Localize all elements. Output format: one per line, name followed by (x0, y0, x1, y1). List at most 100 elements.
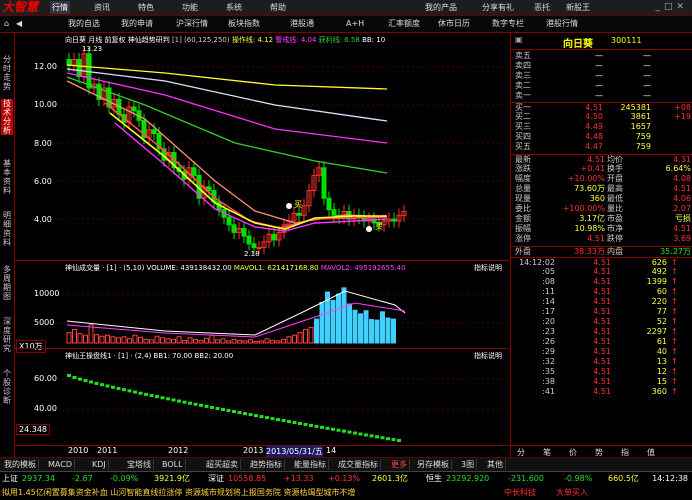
bottom-tab[interactable]: 另存模板 (415, 459, 452, 470)
tab-sector-index[interactable]: 板块指数 (228, 17, 260, 30)
indicator-bar (171, 398, 176, 402)
window-controls[interactable]: _□✕ (655, 2, 688, 12)
volume-bar (121, 336, 127, 344)
stat-value: 4.51 (673, 184, 691, 193)
menu-share[interactable]: 分享有礼 (482, 1, 514, 14)
stat-label: 市净 (607, 224, 623, 233)
sidebar-tab-timeshare[interactable]: 分时走势 (1, 55, 13, 91)
menu-market[interactable]: 行情 (50, 1, 70, 14)
menu-evil[interactable]: 恶托 (534, 1, 550, 14)
tick-volume: 15 (656, 377, 667, 386)
menu-system[interactable]: 系统 (226, 1, 242, 14)
volume-bar (138, 336, 143, 344)
bottom-tab[interactable]: 我的模板 (2, 459, 39, 470)
bottom-tab[interactable]: KDJ (90, 459, 109, 470)
bottom-tab[interactable]: 其他 (485, 459, 506, 470)
ask-price: — (595, 81, 603, 90)
stat-value: 4.51 (587, 234, 605, 243)
tab-hk-quotes[interactable]: 港股行情 (546, 17, 578, 30)
volume-bar (286, 336, 292, 344)
sidebar-tab-basic-info[interactable]: 基本资料 (1, 159, 13, 195)
bid-label: 买三 (515, 122, 531, 131)
sidebar-tab-diagnosis[interactable]: 个股诊断 (1, 369, 13, 405)
candle-body (251, 243, 257, 249)
sidebar-tab-research[interactable]: 深度研究 (1, 317, 13, 353)
indicator-explain-button[interactable]: 指标说明 (474, 351, 502, 361)
bid-change: +19 (674, 112, 691, 121)
back-icon[interactable]: ◀ (16, 17, 22, 30)
tab-fx-quota[interactable]: 汇率额度 (388, 17, 420, 30)
bottom-tab[interactable]: 超买超卖 (204, 459, 241, 470)
tab-my-apply[interactable]: 我的申请 (121, 17, 153, 30)
tick-price: 4.51 (593, 337, 611, 346)
tab-holiday-calendar[interactable]: 休市日历 (438, 17, 470, 30)
marquee-tag[interactable]: 中长科技 (504, 485, 554, 500)
bottom-tab[interactable]: MACD (46, 459, 75, 470)
tab-digital-column[interactable]: 数字专栏 (492, 17, 524, 30)
bottom-tab[interactable]: 能量指标 (292, 459, 329, 470)
tick-volume: 61 (656, 337, 667, 346)
tick-time: :38 (542, 377, 555, 386)
stat-value: +100.00% (562, 204, 605, 213)
volume-bar (116, 337, 121, 344)
menu-my-products[interactable]: 我的产品 (425, 1, 457, 14)
stat-label: 最高 (607, 184, 623, 193)
indicator-bar (287, 420, 291, 424)
tab-market-quotes[interactable]: 沪深行情 (176, 17, 208, 30)
tick-price: 4.51 (593, 277, 611, 286)
menu-features[interactable]: 特色 (138, 1, 154, 14)
marquee-text[interactable]: 拟用1.45亿闲置募集资金补血 山河智能直线拉涨停 资源城市规划将上报国务院 资… (2, 485, 355, 500)
tick-direction-icon: ↑ (671, 387, 678, 396)
tick-direction-icon: ↑ (671, 377, 678, 386)
bottom-tab[interactable]: 趋势指标 (248, 459, 285, 470)
indicator-bar (331, 427, 335, 431)
tick-row: :23 4.51 2297 ↑ (511, 327, 692, 337)
kline-panel[interactable]: 向日葵 月线 前复权 神仙趋势研判 [1] (60,125,250) 操作线: … (15, 33, 509, 258)
outer-label: 外盘 (515, 247, 531, 256)
x-axis-label: 2012 (168, 446, 189, 455)
indicator-panel[interactable] (15, 348, 509, 445)
tab-my-watchlist[interactable]: 我的自选 (68, 17, 100, 30)
bottom-tab[interactable]: 3图 (459, 459, 478, 470)
maximize-icon[interactable]: □ (664, 2, 677, 12)
tick-row: :05 4.51 492 ↑ (511, 267, 692, 277)
indicator-bar (72, 376, 77, 380)
stat-row: 金额 3.17亿 市盈 亏损 (511, 214, 692, 224)
menu-function[interactable]: 功能 (182, 1, 198, 14)
candle-body (296, 212, 302, 216)
menu-news[interactable]: 资讯 (94, 1, 110, 14)
sidebar-tab-multi-period[interactable]: 多周期图 (1, 265, 13, 301)
bid-row: 买三 4.49 1657 (511, 122, 692, 132)
bottom-tab[interactable]: 宝塔线 (125, 459, 154, 470)
sidebar-tab-technical[interactable]: 技术分析 (1, 99, 13, 135)
tick-row: :08 4.51 1399 ↑ (511, 277, 692, 287)
sidebar-tab-detail[interactable]: 明细资料 (1, 211, 13, 247)
stat-label: 幅度 (515, 174, 531, 183)
close-icon[interactable]: ✕ (676, 2, 688, 12)
tab-a-h[interactable]: A+H (346, 17, 364, 30)
ask-volume: — (643, 81, 651, 90)
quote-menu-icon[interactable]: ▣ (515, 35, 523, 44)
volume-bar (143, 338, 149, 344)
bottom-tab[interactable]: 成交量指标 (336, 459, 381, 470)
marquee-tag[interactable]: 大单买入 (556, 485, 606, 500)
volume-bar (319, 301, 325, 344)
tab-hk-connect[interactable]: 港股通 (290, 17, 314, 30)
kline-low-label: 2.18 (244, 250, 260, 258)
candle-body (331, 209, 337, 216)
bottom-tab[interactable]: 更多 (389, 459, 410, 470)
volume-panel[interactable] (15, 260, 509, 347)
volume-explain-button[interactable]: 指标说明 (474, 263, 502, 273)
volume-bar (259, 340, 264, 344)
bottom-tab[interactable]: BOLL (160, 459, 186, 470)
indicator-bar (303, 422, 308, 426)
volume-bar (99, 335, 105, 344)
home-icon[interactable]: ⌂ (4, 17, 9, 30)
tick-row: :41 4.51 360 ↑ (511, 387, 692, 397)
stat-row: 现量 360 最低 4.06 (511, 194, 692, 204)
menu-new-stock[interactable]: 新股王 (566, 1, 590, 14)
indicator-bar (281, 419, 286, 423)
indicator-ytick: 40.00 (34, 404, 57, 413)
minimize-icon[interactable]: _ (655, 2, 664, 12)
menu-help[interactable]: 帮助 (270, 1, 286, 14)
